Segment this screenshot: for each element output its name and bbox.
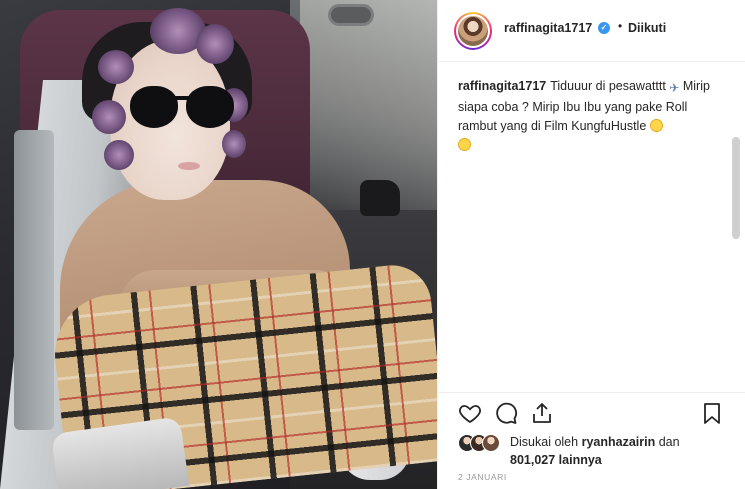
hair-roller	[196, 24, 234, 64]
sunglasses-lens	[130, 86, 178, 128]
woman-lips	[178, 162, 200, 170]
header-separator: •	[618, 19, 623, 33]
heart-icon	[459, 405, 481, 424]
verified-badge-icon: ✓	[598, 22, 610, 34]
hair-roller	[92, 100, 126, 134]
likes-connector: dan	[658, 435, 680, 449]
post-photo[interactable]	[0, 0, 437, 489]
sunglasses-lens	[186, 86, 234, 128]
comments-area[interactable]: raffinagita1717 Tiduuur di pesawatttt ✈ M…	[438, 62, 745, 392]
liker-avatars[interactable]	[458, 434, 504, 452]
post-sidebar: raffinagita1717 ✓ • Diikuti raffinagita1…	[437, 0, 745, 489]
hair-roller	[104, 140, 134, 170]
post-date[interactable]: 2 JANUARI	[458, 472, 507, 482]
caption-username[interactable]: raffinagita1717	[458, 79, 546, 93]
like-button[interactable]	[458, 401, 482, 425]
sunglasses	[130, 86, 238, 130]
post-caption: raffinagita1717 Tiduuur di pesawatttt ✈ M…	[458, 77, 718, 155]
hair-roller	[98, 50, 134, 84]
likes-section: Disukai oleh ryanhazairin dan 801,027 la…	[438, 432, 745, 468]
comment-bubble-icon	[496, 402, 518, 424]
comment-button[interactable]	[494, 401, 518, 425]
avatar	[458, 16, 488, 46]
likes-summary: Disukai oleh ryanhazairin dan 801,027 la…	[510, 433, 730, 469]
avatar	[482, 434, 500, 452]
post-username[interactable]: raffinagita1717	[504, 21, 592, 35]
airplane-emoji-icon: ✈	[669, 81, 680, 95]
window-frame	[14, 130, 54, 430]
comments-scrollbar[interactable]	[732, 137, 740, 239]
caption-text-1: Tiduuur di pesawatttt	[550, 79, 666, 93]
passenger-shoe	[360, 180, 400, 216]
likes-suffix[interactable]: lainnya	[559, 453, 602, 467]
bookmark-icon	[704, 403, 720, 424]
save-button[interactable]	[700, 401, 724, 425]
air-vent	[328, 4, 374, 26]
likes-prefix: Disukai oleh	[510, 435, 579, 449]
likes-count-link[interactable]: 801,027	[510, 453, 555, 467]
rolling-laugh-emoji-icon	[458, 138, 471, 151]
following-button[interactable]: Diikuti	[628, 21, 666, 35]
share-button[interactable]	[530, 401, 554, 425]
avatar-story-ring[interactable]	[454, 12, 492, 50]
hair-roller	[222, 130, 246, 158]
post-actions	[438, 392, 745, 432]
liked-by-user-link[interactable]: ryanhazairin	[582, 435, 656, 449]
cabin-light	[300, 0, 437, 210]
grin-emoji-icon	[649, 119, 663, 132]
share-arrow-icon	[533, 403, 551, 423]
post-header: raffinagita1717 ✓ • Diikuti	[438, 0, 745, 62]
